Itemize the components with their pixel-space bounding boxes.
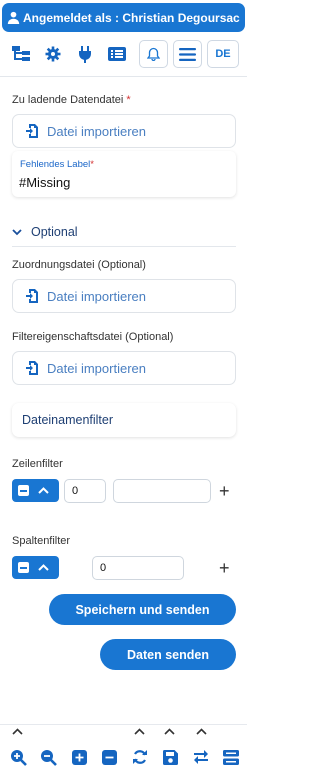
minus-square-icon bbox=[18, 562, 29, 573]
refresh-button[interactable] bbox=[129, 746, 151, 768]
plug-icon bbox=[79, 45, 91, 63]
menu-icon bbox=[179, 47, 196, 61]
filename-filter-title: Dateinamenfilter bbox=[22, 413, 114, 427]
top-bar: Angemeldet als : Christian Degoursac bbox=[0, 0, 247, 34]
zoom-out-icon bbox=[40, 749, 57, 766]
minus-square-icon bbox=[18, 485, 29, 496]
column-filter-control[interactable] bbox=[12, 556, 59, 579]
column-filter-add-button[interactable]: + bbox=[219, 559, 230, 577]
filter-property-file-label: Filtereigenschaftsdatei (Optional) bbox=[12, 331, 174, 343]
chevron-up-icon bbox=[38, 487, 49, 494]
list-icon bbox=[108, 47, 126, 61]
save-button[interactable] bbox=[159, 746, 181, 768]
sitemap-button[interactable] bbox=[10, 40, 32, 68]
plug-button[interactable] bbox=[74, 40, 96, 68]
missing-label-field[interactable]: Fehlendes Label* #Missing bbox=[12, 151, 236, 197]
file-import-icon bbox=[26, 361, 38, 375]
filter-property-file-import-text: Datei importieren bbox=[47, 360, 146, 376]
required-mark: * bbox=[126, 94, 131, 106]
column-filter-label: Spaltenfilter bbox=[12, 535, 71, 547]
row-filter-text-input[interactable] bbox=[113, 479, 211, 503]
add-button[interactable] bbox=[68, 746, 90, 768]
plus-square-icon bbox=[71, 749, 87, 765]
chevron-up-icon bbox=[38, 564, 49, 571]
optional-divider bbox=[12, 246, 236, 247]
menu-button[interactable] bbox=[173, 40, 202, 68]
minus-square-icon bbox=[101, 749, 117, 765]
sitemap-icon bbox=[12, 46, 30, 61]
server-button[interactable] bbox=[220, 746, 242, 768]
zoom-in-button[interactable] bbox=[7, 746, 29, 768]
zoom-in-icon bbox=[10, 749, 27, 766]
chevron-up-icon[interactable] bbox=[134, 728, 145, 735]
data-file-import-button[interactable]: Datei importieren bbox=[12, 114, 236, 148]
chevron-up-icon[interactable] bbox=[196, 728, 207, 735]
file-import-icon bbox=[26, 124, 38, 138]
gear-icon bbox=[45, 46, 61, 62]
row-filter-add-button[interactable]: + bbox=[219, 482, 230, 500]
chevron-up-icon[interactable] bbox=[12, 728, 23, 735]
row-filter-number-input[interactable]: 0 bbox=[64, 479, 106, 503]
toolbar: DE bbox=[0, 36, 247, 72]
file-import-icon bbox=[26, 289, 38, 303]
user-icon bbox=[7, 11, 20, 24]
refresh-icon bbox=[133, 750, 147, 764]
optional-toggle[interactable]: Optional bbox=[12, 225, 78, 239]
save-icon bbox=[162, 749, 178, 765]
chevron-up-icon[interactable] bbox=[164, 728, 175, 735]
remove-button[interactable] bbox=[98, 746, 120, 768]
mapping-file-import-button[interactable]: Datei importieren bbox=[12, 279, 236, 313]
row-filter-label: Zeilenfilter bbox=[12, 458, 63, 470]
data-file-import-text: Datei importieren bbox=[47, 123, 146, 139]
optional-title: Optional bbox=[31, 225, 78, 239]
swap-button[interactable] bbox=[190, 746, 212, 768]
notifications-button[interactable] bbox=[139, 40, 168, 68]
list-button[interactable] bbox=[106, 40, 128, 68]
missing-label-caption: Fehlendes Label* bbox=[20, 159, 94, 170]
mapping-file-label: Zuordnungsdatei (Optional) bbox=[12, 259, 146, 271]
language-label: DE bbox=[215, 48, 231, 60]
zoom-out-button[interactable] bbox=[37, 746, 59, 768]
bottom-toolbar bbox=[0, 724, 247, 770]
settings-button[interactable] bbox=[42, 40, 64, 68]
server-icon bbox=[223, 749, 239, 765]
column-filter-number-input[interactable]: 0 bbox=[92, 556, 184, 580]
data-file-label: Zu ladende Datendatei * bbox=[12, 94, 131, 106]
send-data-button[interactable]: Daten senden bbox=[100, 639, 236, 670]
mapping-file-import-text: Datei importieren bbox=[47, 288, 146, 304]
filename-filter-card[interactable]: Dateinamenfilter bbox=[12, 403, 236, 437]
filter-property-file-import-button[interactable]: Datei importieren bbox=[12, 351, 236, 385]
language-button[interactable]: DE bbox=[207, 40, 239, 68]
row-filter-control[interactable] bbox=[12, 479, 59, 502]
bell-icon bbox=[147, 47, 160, 61]
user-banner: Angemeldet als : Christian Degoursac bbox=[2, 3, 245, 32]
missing-label-value: #Missing bbox=[19, 175, 71, 190]
toolbar-divider bbox=[0, 76, 247, 77]
swap-icon bbox=[194, 750, 208, 764]
chevron-down-icon bbox=[12, 228, 22, 235]
logged-in-user-text: Angemeldet als : Christian Degoursac bbox=[23, 10, 240, 25]
save-and-send-button[interactable]: Speichern und senden bbox=[49, 594, 236, 625]
